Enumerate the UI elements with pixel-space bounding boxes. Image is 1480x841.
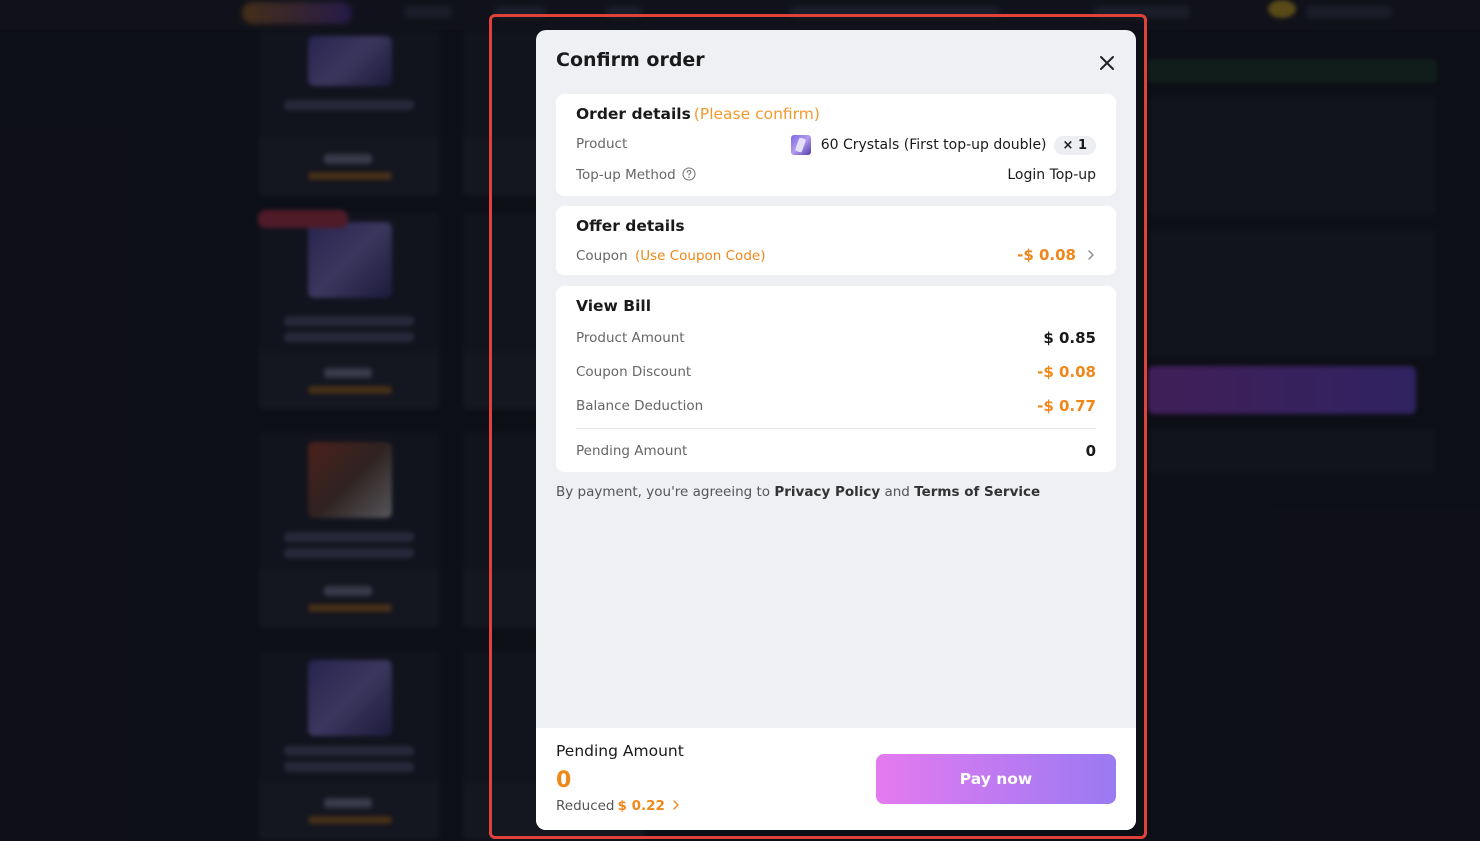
balance-deduction-value: -$ 0.77 (1037, 397, 1096, 415)
topup-method-label-text: Top-up Method (576, 167, 676, 183)
order-details-card: Order details (Please confirm) Product 60… (556, 94, 1116, 196)
agreement-prefix: By payment, you're agreeing to (556, 484, 775, 500)
confirm-order-modal: Confirm order Order details (Please confi… (536, 30, 1136, 830)
topup-method-label: Top-up Method (576, 167, 696, 183)
coupon-discount-label: Coupon Discount (576, 364, 692, 380)
question-circle-icon[interactable] (682, 167, 696, 181)
pending-amount-value: 0 (1085, 442, 1096, 460)
product-value: 60 Crystals (First top-up double) × 1 (790, 134, 1096, 156)
modal-footer: Pending Amount 0 Reduced $ 0.22 Pay now (536, 728, 1136, 830)
payment-agreement: By payment, you're agreeing to Privacy P… (556, 484, 1040, 500)
close-icon (1100, 56, 1114, 70)
chevron-right-icon (673, 800, 679, 810)
modal-title: Confirm order (556, 49, 705, 71)
coupon-label-text: Coupon (576, 248, 628, 264)
product-amount-value: $ 0.85 (1043, 329, 1096, 347)
topup-method-value: Login Top-up (1007, 167, 1096, 183)
reduced-amount[interactable]: Reduced $ 0.22 (556, 798, 681, 814)
coupon-label: Coupon (Use Coupon Code) (576, 248, 765, 264)
order-details-title: Order details (Please confirm) (576, 105, 820, 123)
offer-details-card: Offer details Coupon (Use Coupon Code) -… (556, 206, 1116, 275)
coupon-selector[interactable]: -$ 0.08 (1017, 246, 1096, 264)
bill-card: View Bill Product Amount $ 0.85 Coupon D… (556, 286, 1116, 472)
reduced-value: $ 0.22 (617, 798, 665, 814)
quantity-badge: × 1 (1053, 135, 1096, 155)
product-amount-label: Product Amount (576, 330, 685, 346)
product-name: 60 Crystals (First top-up double) (820, 137, 1047, 153)
pay-now-button[interactable]: Pay now (876, 754, 1116, 804)
bill-divider (576, 428, 1096, 429)
product-label: Product (576, 136, 628, 152)
balance-deduction-label: Balance Deduction (576, 398, 704, 414)
bill-title: View Bill (576, 297, 652, 315)
offer-details-title: Offer details (576, 217, 685, 235)
privacy-policy-link[interactable]: Privacy Policy (774, 484, 880, 500)
pending-amount-label: Pending Amount (576, 443, 688, 459)
footer-pending-label: Pending Amount (556, 742, 684, 760)
chevron-right-icon (1088, 250, 1094, 260)
reduced-label: Reduced (556, 798, 615, 814)
coupon-discount-value: -$ 0.08 (1037, 363, 1096, 381)
agreement-and: and (880, 484, 915, 500)
footer-pending-amount: 0 (556, 768, 572, 793)
coupon-value: -$ 0.08 (1017, 246, 1076, 264)
order-details-heading: Order details (576, 105, 691, 123)
product-thumbnail (790, 135, 811, 155)
close-button[interactable] (1096, 52, 1118, 74)
order-details-hint: (Please confirm) (693, 105, 820, 123)
use-coupon-code-link[interactable]: (Use Coupon Code) (635, 248, 766, 264)
terms-of-service-link[interactable]: Terms of Service (914, 484, 1040, 500)
